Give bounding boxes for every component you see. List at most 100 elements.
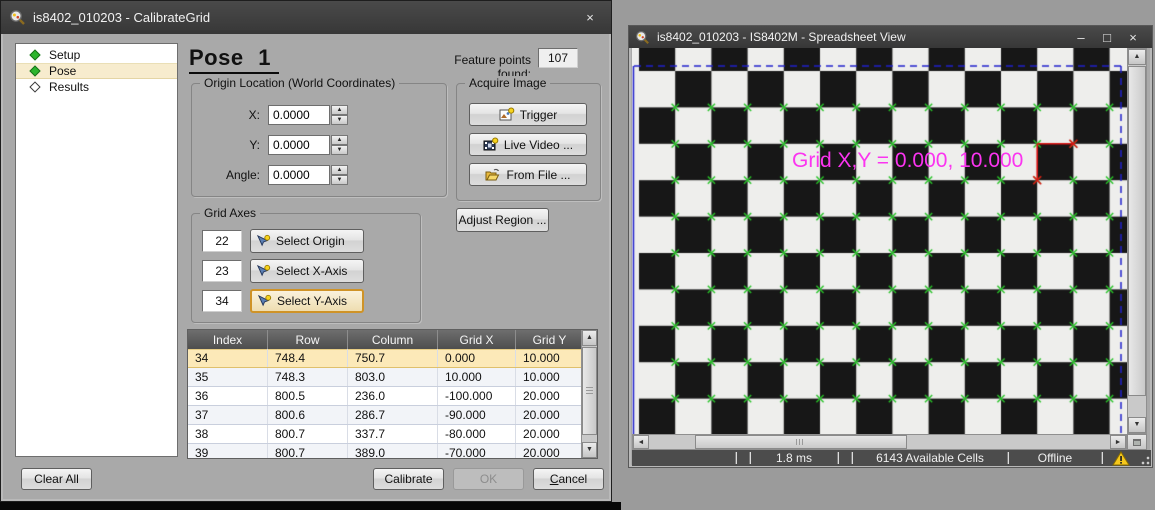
table-cell[interactable]: 337.7: [348, 425, 438, 443]
calibration-image-view[interactable]: Grid X,Y = 0.000, 10.000: [632, 48, 1127, 434]
table-cell[interactable]: 750.7: [348, 349, 438, 367]
table-row[interactable]: 37800.6286.7-90.00020.000: [188, 406, 597, 425]
adjust-region-button[interactable]: Adjust Region ...: [456, 208, 549, 232]
calibrate-button[interactable]: Calibrate: [373, 468, 444, 490]
table-cell[interactable]: 286.7: [348, 406, 438, 424]
table-row[interactable]: 35748.3803.010.00010.000: [188, 368, 597, 387]
status-time: 1.8 ms: [753, 451, 835, 465]
cancel-button[interactable]: Cancel: [533, 468, 604, 490]
table-cell[interactable]: 803.0: [348, 368, 438, 386]
column-header[interactable]: Column: [348, 330, 438, 349]
table-cell[interactable]: 34: [188, 349, 268, 367]
angle-spinner[interactable]: ▲▼: [331, 165, 348, 185]
table-cell[interactable]: 800.7: [268, 444, 348, 459]
spin-up-icon[interactable]: ▲: [331, 105, 348, 115]
scrollbar-thumb[interactable]: [695, 435, 907, 449]
origin-cell-field[interactable]: 22: [202, 230, 242, 252]
step-tree: Setup Pose Results: [15, 43, 178, 457]
table-cell[interactable]: 36: [188, 387, 268, 405]
clear-all-button[interactable]: Clear All: [21, 468, 92, 490]
tree-item-pose[interactable]: Pose: [16, 63, 177, 79]
table-cell[interactable]: -100.000: [438, 387, 516, 405]
scroll-down-icon[interactable]: ▼: [582, 442, 597, 458]
table-row[interactable]: 34748.4750.70.00010.000: [188, 349, 597, 368]
from-file-button[interactable]: From File ...: [469, 163, 587, 186]
dialog-titlebar[interactable]: is8402_010203 - CalibrateGrid ×: [1, 1, 611, 34]
y-spinner[interactable]: ▲▼: [331, 135, 348, 155]
y-axis-cell-field[interactable]: 34: [202, 290, 242, 312]
select-origin-button[interactable]: Select Origin: [250, 229, 364, 253]
trigger-button[interactable]: Trigger: [469, 103, 587, 126]
scroll-left-icon[interactable]: ◄: [633, 435, 649, 449]
spin-up-icon[interactable]: ▲: [331, 165, 348, 175]
table-row[interactable]: 38800.7337.7-80.00020.000: [188, 425, 597, 444]
x-axis-cell-field[interactable]: 23: [202, 260, 242, 282]
image-vertical-scrollbar[interactable]: ▲ ▼: [1127, 48, 1147, 434]
spin-down-icon[interactable]: ▼: [331, 115, 348, 125]
table-cell[interactable]: 38: [188, 425, 268, 443]
table-cell[interactable]: 800.6: [268, 406, 348, 424]
table-cell[interactable]: 39: [188, 444, 268, 459]
select-x-axis-button[interactable]: Select X-Axis: [250, 259, 364, 283]
button-label: Select Y-Axis: [277, 294, 347, 308]
table-cell[interactable]: 20.000: [516, 387, 583, 405]
column-header[interactable]: Grid X: [438, 330, 516, 349]
table-body: 34748.4750.70.00010.00035748.3803.010.00…: [188, 349, 597, 459]
select-y-axis-button[interactable]: Select Y-Axis: [250, 289, 364, 313]
scrollbar-thumb[interactable]: [1128, 66, 1146, 396]
window-titlebar[interactable]: is8402_010203 - IS8402M - Spreadsheet Vi…: [629, 26, 1152, 48]
spin-down-icon[interactable]: ▼: [331, 145, 348, 155]
tree-item-setup[interactable]: Setup: [16, 47, 177, 63]
table-cell[interactable]: 0.000: [438, 349, 516, 367]
column-header[interactable]: Row: [268, 330, 348, 349]
angle-field[interactable]: [268, 165, 330, 185]
x-field[interactable]: [268, 105, 330, 125]
table-cell[interactable]: 800.7: [268, 425, 348, 443]
table-cell[interactable]: 10.000: [438, 368, 516, 386]
table-row[interactable]: 39800.7389.0-70.00020.000: [188, 444, 597, 459]
table-cell[interactable]: -80.000: [438, 425, 516, 443]
button-label: From File ...: [506, 168, 570, 182]
close-icon[interactable]: ×: [1120, 30, 1146, 45]
image-horizontal-scrollbar[interactable]: ◄ ►: [632, 434, 1127, 450]
scroll-right-icon[interactable]: ►: [1110, 435, 1126, 449]
resize-grip[interactable]: [1137, 452, 1151, 466]
table-cell[interactable]: 35: [188, 368, 268, 386]
scroll-down-icon[interactable]: ▼: [1128, 417, 1146, 433]
status-diamond-icon: [29, 65, 40, 76]
table-cell[interactable]: 10.000: [516, 368, 583, 386]
minimize-icon[interactable]: –: [1068, 30, 1094, 45]
scroll-up-icon[interactable]: ▲: [1128, 49, 1146, 65]
table-cell[interactable]: 389.0: [348, 444, 438, 459]
y-label: Y:: [200, 138, 268, 152]
spin-down-icon[interactable]: ▼: [331, 175, 348, 185]
checkerboard-image[interactable]: [632, 48, 1127, 434]
table-scrollbar[interactable]: ▲ ▼: [581, 330, 597, 458]
window-title: is8402_010203 - IS8402M - Spreadsheet Vi…: [657, 30, 906, 44]
table-cell[interactable]: 236.0: [348, 387, 438, 405]
scroll-corner-button[interactable]: [1127, 434, 1147, 450]
table-cell[interactable]: 20.000: [516, 406, 583, 424]
table-cell[interactable]: 20.000: [516, 444, 583, 459]
spin-up-icon[interactable]: ▲: [331, 135, 348, 145]
table-cell[interactable]: -90.000: [438, 406, 516, 424]
table-cell[interactable]: 800.5: [268, 387, 348, 405]
table-cell[interactable]: 20.000: [516, 425, 583, 443]
warning-icon[interactable]: [1105, 451, 1137, 466]
table-cell[interactable]: 748.3: [268, 368, 348, 386]
maximize-icon[interactable]: □: [1094, 30, 1120, 45]
table-cell[interactable]: 748.4: [268, 349, 348, 367]
live-video-button[interactable]: Live Video ...: [469, 133, 587, 156]
y-field[interactable]: [268, 135, 330, 155]
scrollbar-thumb[interactable]: [582, 347, 597, 435]
close-icon[interactable]: ×: [577, 10, 603, 25]
column-header[interactable]: Grid Y: [516, 330, 583, 349]
table-cell[interactable]: -70.000: [438, 444, 516, 459]
tree-item-results[interactable]: Results: [16, 79, 177, 95]
column-header[interactable]: Index: [188, 330, 268, 349]
x-spinner[interactable]: ▲▼: [331, 105, 348, 125]
table-cell[interactable]: 37: [188, 406, 268, 424]
table-row[interactable]: 36800.5236.0-100.00020.000: [188, 387, 597, 406]
scroll-up-icon[interactable]: ▲: [582, 330, 597, 346]
table-cell[interactable]: 10.000: [516, 349, 583, 367]
